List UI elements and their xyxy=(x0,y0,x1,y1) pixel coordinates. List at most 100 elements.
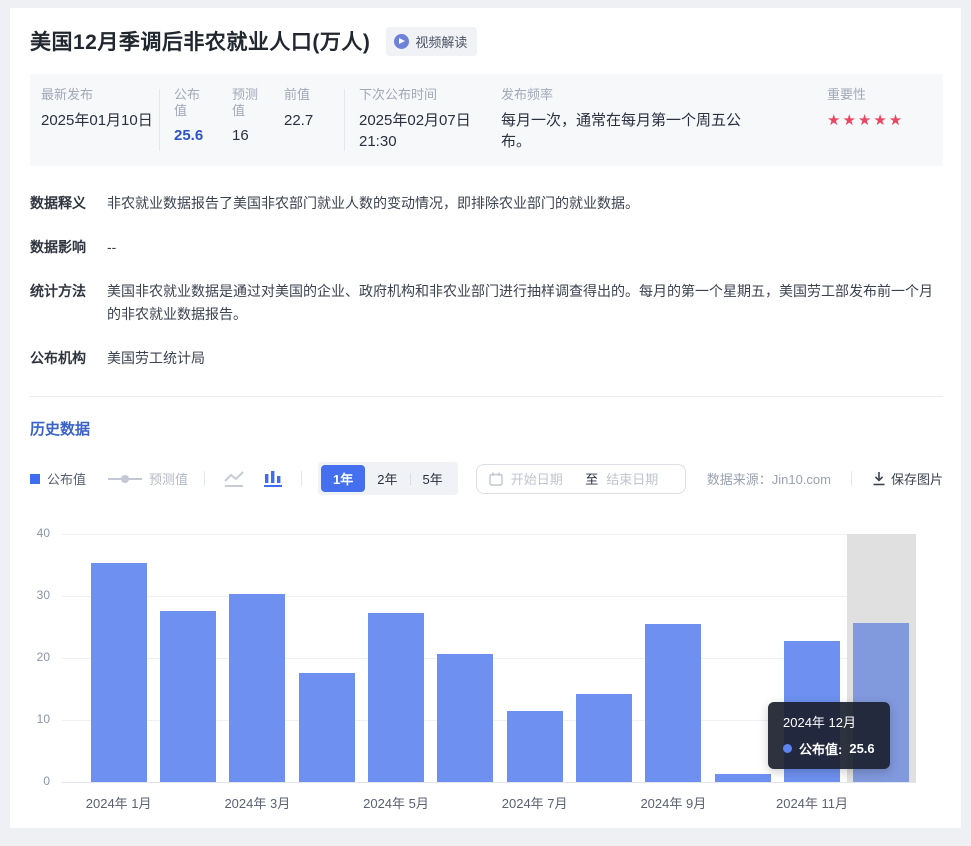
forecast-line-dot-icon xyxy=(108,475,142,483)
gridline xyxy=(62,596,916,597)
x-axis-tick-label: 2024年 3月 xyxy=(192,793,322,812)
published-label: 公布值 xyxy=(174,87,203,118)
tooltip-title: 2024年 12月 xyxy=(783,712,875,731)
section-divider xyxy=(30,396,943,397)
latest-release-label: 最新发布 xyxy=(41,87,159,103)
y-axis-tick-label: 0 xyxy=(30,774,50,788)
published-value: 25.6 xyxy=(174,125,232,147)
importance-label: 重要性 xyxy=(827,87,927,103)
divider xyxy=(204,471,205,486)
previous-label: 前值 xyxy=(284,87,344,103)
definition-label: 数据释义 xyxy=(30,192,92,215)
download-icon xyxy=(872,471,886,486)
video-badge-label: 视频解读 xyxy=(415,32,467,51)
tooltip-value: 25.6 xyxy=(849,741,874,756)
y-axis-tick-label: 10 xyxy=(30,712,50,726)
method-text: 美国非农就业数据是通过对美国的企业、政府机构和非农业部门进行抽样调查得出的。每月… xyxy=(107,280,943,326)
legend-published-label: 公布值 xyxy=(47,469,86,488)
frequency-col: 发布频率 每月一次，通常在每月第一个周五公布。 xyxy=(501,87,769,153)
range-1y-button[interactable]: 1年 xyxy=(321,465,365,492)
save-image-label: 保存图片 xyxy=(891,469,943,488)
next-release-col: 下次公布时间 2025年02月07日 21:30 xyxy=(359,87,501,153)
legend-forecast[interactable]: 预测值 xyxy=(108,469,188,488)
desc-row-agency: 公布机构 美国劳工统计局 xyxy=(30,347,943,370)
importance-stars: ★★★★★ xyxy=(827,110,927,132)
tooltip-series-label: 公布值: xyxy=(799,739,842,758)
agency-text: 美国劳工统计局 xyxy=(107,347,205,370)
legend-published[interactable]: 公布值 xyxy=(30,469,86,488)
range-5y-button[interactable]: 5年 xyxy=(411,465,455,492)
range-segmented-control: 1年 2年 5年 xyxy=(318,462,458,495)
description-section: 数据释义 非农就业数据报告了美国非农部门就业人数的变动情况，即排除农业部门的就业… xyxy=(30,192,943,370)
definition-text: 非农就业数据报告了美国非农部门就业人数的变动情况，即排除农业部门的就业数据。 xyxy=(107,192,639,215)
bar[interactable] xyxy=(576,694,632,782)
bar[interactable] xyxy=(507,711,563,782)
importance-col: 重要性 ★★★★★ xyxy=(827,87,927,131)
next-release-value: 2025年02月07日 21:30 xyxy=(359,110,501,154)
divider xyxy=(301,471,302,486)
published-col: 公布值 25.6 xyxy=(174,87,232,147)
bar-chart-icon xyxy=(263,470,283,488)
legend-forecast-label: 预测值 xyxy=(149,469,188,488)
divider xyxy=(344,89,345,151)
end-date-input[interactable]: 结束日期 xyxy=(606,469,673,488)
frequency-label: 发布频率 xyxy=(501,87,769,103)
x-axis-tick-label: 2024年 11月 xyxy=(747,793,877,812)
date-range-picker[interactable]: 开始日期 至 结束日期 xyxy=(476,464,686,494)
impact-text: -- xyxy=(107,236,116,259)
bar-chart-toggle[interactable] xyxy=(261,468,285,490)
frequency-value: 每月一次，通常在每月第一个周五公布。 xyxy=(501,110,769,154)
x-axis-tick-label: 2024年 5月 xyxy=(331,793,461,812)
chart-toolbar: 公布值 预测值 1年 2年 5年 xyxy=(30,464,943,494)
forecast-value: 16 xyxy=(232,125,284,147)
range-2y-button[interactable]: 2年 xyxy=(365,465,409,492)
x-axis-tick-label: 2024年 7月 xyxy=(470,793,600,812)
history-heading: 历史数据 xyxy=(30,418,943,439)
divider xyxy=(851,471,852,486)
chart-tooltip: 2024年 12月 公布值: 25.6 xyxy=(768,702,890,769)
bar[interactable] xyxy=(229,594,285,782)
agency-label: 公布机构 xyxy=(30,347,92,370)
save-image-button[interactable]: 保存图片 xyxy=(872,469,943,488)
toolbar-right: 数据来源：Jin10.com 保存图片 xyxy=(707,469,943,488)
bar[interactable] xyxy=(437,654,493,782)
line-chart-icon xyxy=(223,470,245,488)
previous-value: 22.7 xyxy=(284,110,344,132)
data-source-text: 数据来源：Jin10.com xyxy=(707,469,831,488)
previous-col: 前值 22.7 xyxy=(284,87,344,131)
latest-release-col: 最新发布 2025年01月10日 xyxy=(41,87,159,131)
latest-release-value: 2025年01月10日 xyxy=(41,110,159,132)
bar[interactable] xyxy=(645,624,701,781)
x-axis-tick-label: 2024年 1月 xyxy=(54,793,184,812)
date-separator: 至 xyxy=(585,469,598,488)
bar[interactable] xyxy=(299,673,355,782)
calendar-icon xyxy=(489,472,503,486)
header: 美国12月季调后非农就业人口(万人) 视频解读 xyxy=(30,26,943,56)
y-axis-tick-label: 40 xyxy=(30,526,50,540)
forecast-label: 预测值 xyxy=(232,87,261,118)
gridline xyxy=(62,534,916,535)
info-panel: 最新发布 2025年01月10日 公布值 25.6 预测值 16 前值 22.7… xyxy=(30,74,943,166)
method-label: 统计方法 xyxy=(30,280,92,326)
play-icon xyxy=(394,34,409,49)
start-date-input[interactable]: 开始日期 xyxy=(511,469,578,488)
desc-row-definition: 数据释义 非农就业数据报告了美国非农部门就业人数的变动情况，即排除农业部门的就业… xyxy=(30,192,943,215)
video-explain-button[interactable]: 视频解读 xyxy=(386,27,477,56)
bar[interactable] xyxy=(368,613,424,782)
bar-chart: 0102030402024年 1月2024年 3月2024年 5月2024年 7… xyxy=(30,527,943,827)
tooltip-value-row: 公布值: 25.6 xyxy=(783,739,875,758)
bar[interactable] xyxy=(715,774,771,781)
bar[interactable] xyxy=(91,563,147,782)
published-swatch-icon xyxy=(30,474,40,484)
series-dot-icon xyxy=(783,744,792,753)
bar[interactable] xyxy=(160,611,216,782)
x-axis-tick-label: 2024年 9月 xyxy=(608,793,738,812)
divider xyxy=(159,89,160,151)
impact-label: 数据影响 xyxy=(30,236,92,259)
forecast-col: 预测值 16 xyxy=(232,87,284,147)
line-chart-toggle[interactable] xyxy=(221,468,247,490)
indicator-card: 美国12月季调后非农就业人口(万人) 视频解读 最新发布 2025年01月10日… xyxy=(10,8,961,828)
next-release-label: 下次公布时间 xyxy=(359,87,501,103)
x-axis-line xyxy=(62,782,916,783)
y-axis-tick-label: 20 xyxy=(30,650,50,664)
